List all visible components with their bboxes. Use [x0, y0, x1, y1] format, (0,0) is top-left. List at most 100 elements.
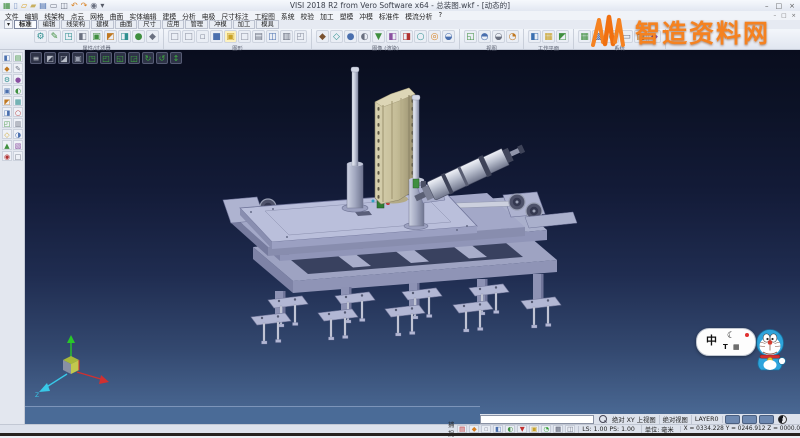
- layer-color-swatch-3[interactable]: [759, 415, 774, 424]
- render-sphere-icon[interactable]: [778, 415, 787, 424]
- attr-solid-icon[interactable]: ◆: [146, 30, 159, 43]
- status-plane-icon[interactable]: ◧: [493, 425, 503, 433]
- side-6-icon[interactable]: ●: [13, 74, 23, 84]
- menu-item-12[interactable]: 工程图: [255, 11, 275, 21]
- side-9-icon[interactable]: ◩: [2, 96, 12, 106]
- minimize-button[interactable]: –: [765, 2, 769, 10]
- menu-item-7[interactable]: 实体编辑: [129, 11, 156, 21]
- side-15-icon[interactable]: ◇: [2, 129, 12, 139]
- viewbar-front-icon[interactable]: ◰: [100, 52, 112, 64]
- side-17-icon[interactable]: ▲: [2, 140, 12, 150]
- tab-5[interactable]: 曲面: [115, 20, 138, 29]
- menu-item-11[interactable]: 尺寸标注: [221, 11, 248, 21]
- tab-dropdown-button[interactable]: ▾: [4, 20, 13, 29]
- attr-gear-icon[interactable]: ⚙: [34, 30, 47, 43]
- menu-item-2[interactable]: 编辑: [25, 11, 39, 21]
- menu-item-1[interactable]: 文件: [5, 11, 19, 21]
- render-8-icon[interactable]: ○: [414, 30, 427, 43]
- menu-item-6[interactable]: 曲面: [110, 11, 124, 21]
- viewbar-side-icon[interactable]: ◱: [114, 52, 126, 64]
- graphic-5-icon[interactable]: ▣: [224, 30, 237, 43]
- open-recent-icon[interactable]: ▰: [30, 1, 36, 11]
- render-4-icon[interactable]: ◐: [358, 30, 371, 43]
- status-shade-icon[interactable]: ◐: [505, 425, 515, 433]
- view-3-icon[interactable]: ◒: [492, 30, 505, 43]
- render-10-icon[interactable]: ◒: [442, 30, 455, 43]
- capture-icon[interactable]: ◉: [90, 1, 97, 11]
- view-2-icon[interactable]: ◓: [478, 30, 491, 43]
- viewport-canvas[interactable]: ≡◩◪▣◳◰◱◲↻↺↕: [25, 50, 800, 424]
- graphic-10-icon[interactable]: ◰: [294, 30, 307, 43]
- viewbar-fit-icon[interactable]: ↕: [170, 52, 182, 64]
- menu-item-8[interactable]: 建模: [163, 11, 177, 21]
- attr-mask-icon[interactable]: ◩: [104, 30, 117, 43]
- menu-item-19[interactable]: 模流分析: [405, 11, 432, 21]
- menu-item-9[interactable]: 分析: [182, 11, 196, 21]
- side-16-icon[interactable]: ◑: [13, 129, 23, 139]
- print-icon[interactable]: ▭: [50, 1, 58, 11]
- status-copy-icon[interactable]: ◫: [565, 425, 575, 433]
- side-2-icon[interactable]: ▤: [13, 52, 23, 62]
- viewbar-box-icon[interactable]: ▣: [72, 52, 84, 64]
- tab-2[interactable]: 编辑: [38, 20, 61, 29]
- menu-item-18[interactable]: 标准件: [379, 11, 399, 21]
- graphic-2-icon[interactable]: □: [182, 30, 195, 43]
- attr-edit-icon[interactable]: ✎: [48, 30, 61, 43]
- workplane-2-icon[interactable]: ▦: [542, 30, 555, 43]
- command-input[interactable]: [480, 415, 594, 424]
- status-box-icon[interactable]: ▣: [529, 425, 539, 433]
- graphic-3-icon[interactable]: ▫: [196, 30, 209, 43]
- render-1-icon[interactable]: ◆: [316, 30, 329, 43]
- status-plain-icon[interactable]: ▫: [481, 425, 491, 433]
- mdi-restore-button[interactable]: □: [781, 13, 786, 19]
- layer-indicator[interactable]: LAYER0: [692, 416, 723, 423]
- ime-bar[interactable]: 中 ☾ T ▦: [696, 328, 790, 372]
- tab-9[interactable]: 冲模: [209, 20, 232, 29]
- viewbar-iso-icon[interactable]: ◲: [128, 52, 140, 64]
- menu-item-17[interactable]: 冲模: [359, 11, 373, 21]
- menu-item-14[interactable]: 校验: [301, 11, 315, 21]
- view-1-icon[interactable]: ◱: [464, 30, 477, 43]
- restore-button[interactable]: □: [776, 2, 783, 10]
- side-19-icon[interactable]: ◉: [2, 151, 12, 161]
- viewbar-top-icon[interactable]: ◳: [86, 52, 98, 64]
- copy-view-icon[interactable]: ◫: [60, 1, 68, 11]
- command-prompt-bar[interactable]: [25, 406, 480, 425]
- workplane-1-icon[interactable]: ◧: [528, 30, 541, 43]
- menu-item-4[interactable]: 点云: [71, 11, 85, 21]
- layer-color-swatch-1[interactable]: [725, 415, 740, 424]
- viewbar-rotate-cw-icon[interactable]: ↻: [142, 52, 154, 64]
- redo-icon[interactable]: ↷: [81, 1, 88, 11]
- menu-item-5[interactable]: 网格: [90, 11, 104, 21]
- status-orange-icon[interactable]: ◆: [469, 425, 479, 433]
- new-file-icon[interactable]: ▯: [14, 1, 18, 11]
- view-reference-indicator[interactable]: 绝对视图: [660, 415, 692, 424]
- attr-layer-icon[interactable]: ◧: [76, 30, 89, 43]
- side-8-icon[interactable]: ◐: [13, 85, 23, 95]
- view-4-icon[interactable]: ◔: [506, 30, 519, 43]
- ime-pill[interactable]: 中 ☾ T ▦: [696, 328, 756, 356]
- tab-3[interactable]: 线架构: [61, 20, 90, 29]
- viewbar-shade-icon[interactable]: ◩: [44, 52, 56, 64]
- side-20-icon[interactable]: □: [13, 151, 23, 161]
- viewbar-menu-icon[interactable]: ≡: [30, 52, 42, 64]
- menu-item-3[interactable]: 线架构: [44, 11, 64, 21]
- mdi-minimize-button[interactable]: –: [773, 13, 776, 19]
- undo-icon[interactable]: ↶: [71, 1, 78, 11]
- render-9-icon[interactable]: ◎: [428, 30, 441, 43]
- ime-grid-icon[interactable]: ▦: [733, 343, 740, 351]
- moon-icon[interactable]: ☾: [727, 331, 735, 341]
- model-grid-icon[interactable]: ▦: [3, 1, 11, 11]
- viewbar-wireframe-icon[interactable]: ◪: [58, 52, 70, 64]
- open-file-icon[interactable]: ▱: [21, 1, 27, 11]
- layer-color-swatch-2[interactable]: [742, 415, 757, 424]
- mdi-close-button[interactable]: ×: [791, 13, 796, 19]
- graphic-6-icon[interactable]: □: [238, 30, 251, 43]
- side-12-icon[interactable]: ○: [13, 107, 23, 117]
- side-13-icon[interactable]: ◰: [2, 118, 12, 128]
- graphic-9-icon[interactable]: ▥: [280, 30, 293, 43]
- workplane-3-icon[interactable]: ◩: [556, 30, 569, 43]
- side-5-icon[interactable]: ⚙: [2, 74, 12, 84]
- menu-item-20[interactable]: ?: [438, 11, 442, 21]
- attr-filter-icon[interactable]: ◳: [62, 30, 75, 43]
